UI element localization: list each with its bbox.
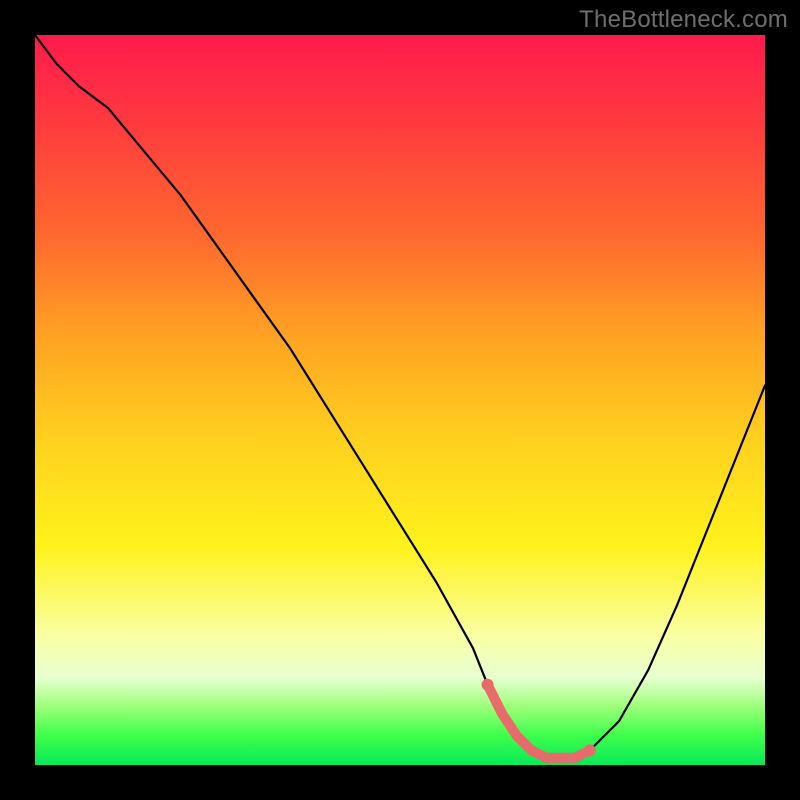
chart-frame: TheBottleneck.com [0,0,800,800]
curve-svg [35,35,765,765]
bottleneck-curve [35,35,765,758]
highlight-end-dot [584,744,596,756]
highlight-start-dot [482,679,494,691]
sweet-spot-highlight [488,685,590,758]
plot-area [35,35,765,765]
watermark-text: TheBottleneck.com [579,6,788,34]
